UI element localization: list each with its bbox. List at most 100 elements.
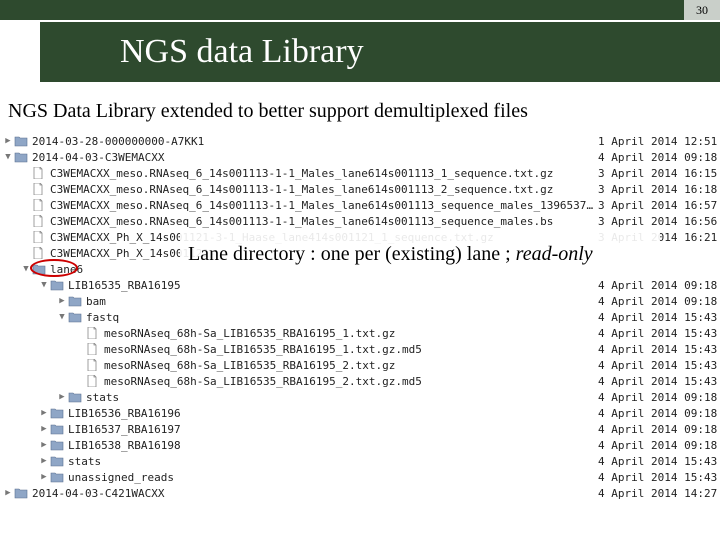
disclosure-arrow-icon[interactable]: ▶ <box>56 392 68 402</box>
file-row[interactable]: C3WEMACXX_meso.RNAseq_6_14s001113-1-1_Ma… <box>2 181 718 197</box>
item-date: 4 April 2014 14:27 <box>598 487 718 500</box>
slide-subtitle: NGS Data Library extended to better supp… <box>8 100 720 123</box>
item-date: 4 April 2014 15:43 <box>598 359 718 372</box>
folder-row[interactable]: ▶ 2014-03-28-000000000-A7KK11 April 2014 … <box>2 133 718 149</box>
item-date: 4 April 2014 09:18 <box>598 295 718 308</box>
item-date: 4 April 2014 15:43 <box>598 327 718 340</box>
item-date: 4 April 2014 09:18 <box>598 407 718 420</box>
disclosure-arrow-icon[interactable]: ▶ <box>38 424 50 434</box>
item-name: C3WEMACXX_meso.RNAseq_6_14s001113-1-1_Ma… <box>50 215 598 228</box>
item-name: C3WEMACXX_meso.RNAseq_6_14s001113-1-1_Ma… <box>50 183 598 196</box>
folder-row[interactable]: ▶ unassigned_reads4 April 2014 15:43 <box>2 469 718 485</box>
item-date: 4 April 2014 15:43 <box>598 343 718 356</box>
file-icon <box>86 375 100 387</box>
item-name: mesoRNAseq_68h-Sa_LIB16535_RBA16195_2.tx… <box>104 359 598 372</box>
item-name: unassigned_reads <box>68 471 598 484</box>
folder-icon <box>14 135 28 147</box>
file-icon <box>32 199 46 211</box>
item-name: stats <box>68 455 598 468</box>
item-name: bam <box>86 295 598 308</box>
file-icon <box>86 343 100 355</box>
file-icon <box>32 247 46 259</box>
folder-row[interactable]: ▶stats4 April 2014 15:43 <box>2 453 718 469</box>
slide-number-bar: 30 <box>0 0 720 20</box>
item-date: 4 April 2014 09:18 <box>598 391 718 404</box>
item-date: 1 April 2014 12:51 <box>598 135 718 148</box>
file-row[interactable]: C3WEMACXX_meso.RNAseq_6_14s001113-1-1_Ma… <box>2 165 718 181</box>
folder-icon <box>50 455 64 467</box>
file-icon <box>32 167 46 179</box>
file-row[interactable]: mesoRNAseq_68h-Sa_LIB16535_RBA16195_1.tx… <box>2 341 718 357</box>
file-row[interactable]: C3WEMACXX_meso.RNAseq_6_14s001113-1-1_Ma… <box>2 213 718 229</box>
folder-row[interactable]: ▼ LIB16535_RBA161954 April 2014 09:18 <box>2 277 718 293</box>
disclosure-arrow-icon[interactable]: ▶ <box>38 472 50 482</box>
item-name: 2014-03-28-000000000-A7KK1 <box>32 135 598 148</box>
item-name: C3WEMACXX_meso.RNAseq_6_14s001113-1-1_Ma… <box>50 199 598 212</box>
disclosure-arrow-icon[interactable]: ▶ <box>56 296 68 306</box>
file-icon <box>32 231 46 243</box>
folder-row[interactable]: ▶ bam4 April 2014 09:18 <box>2 293 718 309</box>
folder-row[interactable]: ▼ fastq4 April 2014 15:43 <box>2 309 718 325</box>
folder-icon <box>14 487 28 499</box>
folder-row[interactable]: ▶ 2014-04-03-C421WACXX4 April 2014 14:27 <box>2 485 718 501</box>
file-icon <box>32 183 46 195</box>
folder-row[interactable]: ▶ stats4 April 2014 09:18 <box>2 389 718 405</box>
disclosure-arrow-icon[interactable]: ▶ <box>38 456 50 466</box>
file-row[interactable]: C3WEMACXX_meso.RNAseq_6_14s001113-1-1_Ma… <box>2 197 718 213</box>
item-date: 4 April 2014 09:18 <box>598 423 718 436</box>
item-date: 4 April 2014 09:18 <box>598 439 718 452</box>
item-name: mesoRNAseq_68h-Sa_LIB16535_RBA16195_1.tx… <box>104 327 598 340</box>
item-date: 3 April 2014 16:56 <box>598 215 718 228</box>
folder-row[interactable]: ▼ 2014-04-03-C3WEMACXX4 April 2014 09:18 <box>2 149 718 165</box>
item-name: LIB16535_RBA16195 <box>68 279 598 292</box>
folder-row[interactable]: ▼lane6 <box>2 261 718 277</box>
item-name: LIB16537_RBA16197 <box>68 423 598 436</box>
folder-icon <box>32 263 46 275</box>
item-date: 4 April 2014 09:18 <box>598 279 718 292</box>
item-name: 2014-04-03-C3WEMACXX <box>32 151 598 164</box>
folder-icon <box>14 151 28 163</box>
slide-title: NGS data Library <box>40 22 720 82</box>
file-tree: Lane directory : one per (existing) lane… <box>0 133 720 501</box>
slide-number: 30 <box>684 0 720 20</box>
folder-icon <box>50 471 64 483</box>
folder-icon <box>50 279 64 291</box>
disclosure-arrow-icon[interactable]: ▼ <box>38 280 50 290</box>
item-name: 2014-04-03-C421WACXX <box>32 487 598 500</box>
item-name: mesoRNAseq_68h-Sa_LIB16535_RBA16195_2.tx… <box>104 375 598 388</box>
file-row[interactable]: mesoRNAseq_68h-Sa_LIB16535_RBA16195_2.tx… <box>2 373 718 389</box>
item-name: fastq <box>86 311 598 324</box>
disclosure-arrow-icon[interactable]: ▶ <box>2 488 14 498</box>
folder-icon <box>50 439 64 451</box>
file-icon <box>86 327 100 339</box>
file-row[interactable]: mesoRNAseq_68h-Sa_LIB16535_RBA16195_2.tx… <box>2 357 718 373</box>
item-name: LIB16536_RBA16196 <box>68 407 598 420</box>
folder-icon <box>50 407 64 419</box>
folder-row[interactable]: ▶ LIB16536_RBA161964 April 2014 09:18 <box>2 405 718 421</box>
file-icon <box>86 359 100 371</box>
item-date: 3 April 2014 16:18 <box>598 183 718 196</box>
item-name: C3WEMACXX_meso.RNAseq_6_14s001113-1-1_Ma… <box>50 167 598 180</box>
file-row[interactable]: mesoRNAseq_68h-Sa_LIB16535_RBA16195_1.tx… <box>2 325 718 341</box>
item-date: 4 April 2014 15:43 <box>598 375 718 388</box>
file-icon <box>32 215 46 227</box>
disclosure-arrow-icon[interactable]: ▼ <box>2 152 14 162</box>
title-band: NGS data Library <box>0 22 720 82</box>
folder-icon <box>68 391 82 403</box>
item-date: 3 April 2014 16:57 <box>598 199 718 212</box>
item-date: 4 April 2014 15:43 <box>598 471 718 484</box>
item-date: 3 April 2014 16:15 <box>598 167 718 180</box>
item-name: stats <box>86 391 598 404</box>
folder-icon <box>50 423 64 435</box>
folder-row[interactable]: ▶ LIB16537_RBA161974 April 2014 09:18 <box>2 421 718 437</box>
disclosure-arrow-icon[interactable]: ▶ <box>38 408 50 418</box>
folder-icon <box>68 295 82 307</box>
item-date: 4 April 2014 15:43 <box>598 311 718 324</box>
title-spacer <box>0 22 40 82</box>
folder-row[interactable]: ▶LIB16538_RBA161984 April 2014 09:18 <box>2 437 718 453</box>
item-date: 4 April 2014 09:18 <box>598 151 718 164</box>
disclosure-arrow-icon[interactable]: ▼ <box>56 312 68 322</box>
disclosure-arrow-icon[interactable]: ▶ <box>38 440 50 450</box>
disclosure-arrow-icon[interactable]: ▶ <box>2 136 14 146</box>
disclosure-arrow-icon[interactable]: ▼ <box>20 264 32 274</box>
